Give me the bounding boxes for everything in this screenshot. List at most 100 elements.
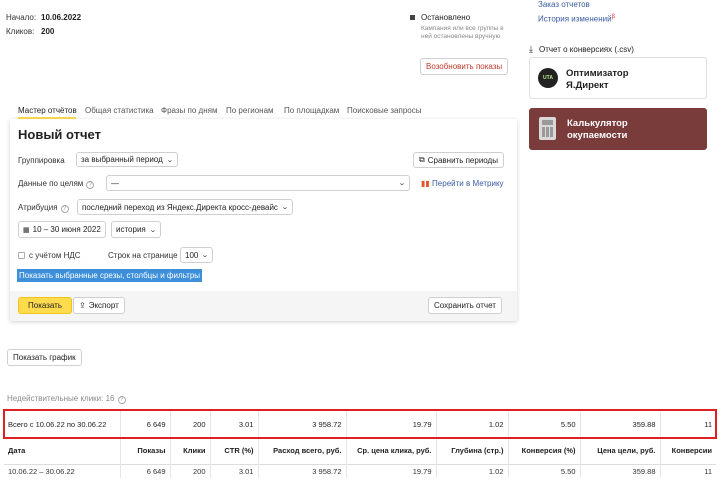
col-avg-cpc[interactable]: Ср. цена клика, руб. [346, 438, 437, 464]
date-range-picker[interactable]: ▦ 10 – 30 июня 2022 [18, 221, 106, 238]
row-goal-cost: 359.88 [580, 464, 661, 478]
orders-link[interactable]: Заказ отчетов [538, 0, 590, 9]
col-clicks[interactable]: Клики [170, 438, 211, 464]
row-clicks: 200 [170, 464, 211, 478]
col-ctr[interactable]: CTR (%) [210, 438, 259, 464]
report-footer: Показать ⇪ Экспорт Сохранить отчет [10, 291, 517, 321]
total-conversions: 11 [704, 419, 712, 429]
attribution-label: Атрибуция? [18, 203, 69, 213]
attribution-select[interactable]: последний переход из Яндекс.Директа крос… [77, 199, 293, 215]
total-goal-cost: 359.88 [580, 410, 661, 438]
invalid-clicks: Недействительные клики: 16? [7, 394, 126, 404]
tab-placements[interactable]: По площадкам [284, 106, 339, 115]
rows-select[interactable]: 100 ⌄ [180, 247, 214, 263]
conversions-link[interactable]: Отчет о конверсиях (.csv) [539, 45, 634, 54]
col-goal-cost[interactable]: Цена цели, руб. [580, 438, 661, 464]
invalid-clicks-text: Недействительные клики: 16 [7, 394, 115, 403]
chevron-down-icon: ⌄ [201, 252, 210, 259]
optimizer-logo-icon: UTA [538, 68, 558, 88]
beta-badge: β [611, 14, 616, 20]
tab-general-stats[interactable]: Общая статистика [85, 106, 154, 115]
rows-label: Строк на странице [108, 251, 178, 260]
col-date[interactable]: Дата [4, 438, 121, 464]
metrika-link-label: Перейти в Метрику [432, 179, 504, 188]
tab-search-queries[interactable]: Поисковые запросы [347, 106, 421, 115]
calculator-icon [539, 117, 556, 140]
grouping-select[interactable]: за выбранный период ⌄ [76, 152, 178, 167]
history-value: история [116, 225, 146, 234]
total-clicks: 200 [170, 410, 211, 438]
attribution-value: последний переход из Яндекс.Директа крос… [82, 202, 278, 212]
table-row: 10.06.22 – 30.06.22 6 649 200 3.01 3 958… [4, 464, 716, 478]
resume-button[interactable]: Возобновить показы [420, 58, 509, 75]
grouping-label: Группировка [18, 156, 65, 165]
show-button[interactable]: Показать [18, 297, 73, 314]
row-spend: 3 958.72 [258, 464, 347, 478]
row-impressions: 6 649 [120, 464, 171, 478]
tab-phrases-by-day[interactable]: Фразы по дням [161, 106, 217, 115]
help-icon[interactable]: ? [117, 396, 126, 404]
attribution-label-text: Атрибуция [18, 203, 58, 212]
chevron-down-icon: ⌄ [165, 156, 174, 164]
row-depth: 1.02 [436, 464, 509, 478]
compare-label: Сравнить периоды [427, 155, 498, 165]
optimizer-line1: Оптимизатор [566, 68, 629, 79]
col-depth[interactable]: Глубина (стр.) [436, 438, 509, 464]
rows-value: 100 [185, 250, 199, 260]
calculator-line1: Калькулятор [567, 118, 628, 129]
status-note: Кампания или все группы в ней остановлен… [421, 25, 504, 40]
history-link[interactable]: История измененийβ [538, 14, 615, 24]
status-title: Остановлено [421, 13, 471, 22]
date-range-value: 10 – 30 июня 2022 [32, 225, 101, 234]
col-conversions[interactable]: Конверсии [660, 438, 716, 464]
help-icon[interactable]: ? [60, 205, 69, 213]
goals-value: — [111, 178, 119, 188]
row-date: 10.06.22 – 30.06.22 [4, 464, 121, 478]
start-value: 10.06.2022 [41, 13, 82, 22]
optimizer-line2: Я.Директ [566, 80, 609, 91]
report-panel: Новый отчет Группировка за выбранный пер… [10, 119, 517, 321]
save-report-button[interactable]: Сохранить отчет [428, 297, 502, 314]
row-conversion-rate: 5.50 [508, 464, 581, 478]
history-select[interactable]: история ⌄ [111, 221, 161, 238]
col-conversion-rate[interactable]: Конверсия (%) [508, 438, 581, 464]
metrika-icon: ▮▮ [421, 179, 430, 188]
col-impressions[interactable]: Показы [120, 438, 171, 464]
goals-select[interactable]: — ⌄ [106, 175, 410, 191]
calendar-icon: ▦ [23, 226, 30, 234]
chevron-down-icon: ⌄ [281, 204, 289, 211]
total-impressions: 6 649 [120, 410, 171, 438]
export-icon: ⇪ [79, 301, 86, 310]
total-depth: 1.02 [436, 410, 509, 438]
metrika-link[interactable]: ▮▮ Перейти в Метрику [421, 179, 504, 188]
total-ctr: 3.01 [210, 410, 259, 438]
download-icon: ⤓ [529, 44, 533, 54]
help-icon[interactable]: ? [86, 181, 95, 189]
total-period: Всего с 10.06.22 по 30.06.22 [4, 410, 121, 438]
stop-icon [410, 15, 415, 20]
export-label: Экспорт [88, 301, 119, 310]
chevron-down-icon: ⌄ [148, 226, 157, 234]
clicks-label: Кликов: [6, 27, 35, 36]
compare-icon: ⧉ [419, 155, 425, 164]
total-conversion-rate: 5.50 [508, 410, 581, 438]
vat-checkbox[interactable] [18, 252, 25, 259]
total-row: Всего с 10.06.22 по 30.06.22 6 649 200 3… [3, 409, 717, 439]
report-title: Новый отчет [18, 127, 101, 142]
calculator-line2: окупаемости [567, 130, 628, 141]
chevron-down-icon: ⌄ [398, 180, 406, 187]
export-button[interactable]: ⇪ Экспорт [73, 297, 125, 314]
tab-regions[interactable]: По регионам [226, 106, 274, 115]
total-spend: 3 958.72 [258, 410, 347, 438]
calculator-promo[interactable]: Калькулятор окупаемости [529, 108, 707, 150]
col-spend[interactable]: Расход всего, руб. [258, 438, 347, 464]
stats-table: Всего с 10.06.22 по 30.06.22 6 649 200 3… [3, 409, 717, 478]
show-selected-link[interactable]: Показать выбранные срезы, столбцы и филь… [17, 269, 203, 282]
optimizer-promo[interactable]: UTA Оптимизатор Я.Директ [529, 57, 707, 99]
compare-periods-button[interactable]: ⧉ Сравнить периоды [413, 152, 504, 168]
start-label: Начало: [6, 13, 37, 22]
optimizer-badge: UTA [543, 75, 553, 81]
tab-report-master[interactable]: Мастер отчётов [18, 106, 77, 115]
vat-label: с учётом НДС [29, 251, 81, 260]
show-graph-button[interactable]: Показать график [7, 349, 82, 366]
